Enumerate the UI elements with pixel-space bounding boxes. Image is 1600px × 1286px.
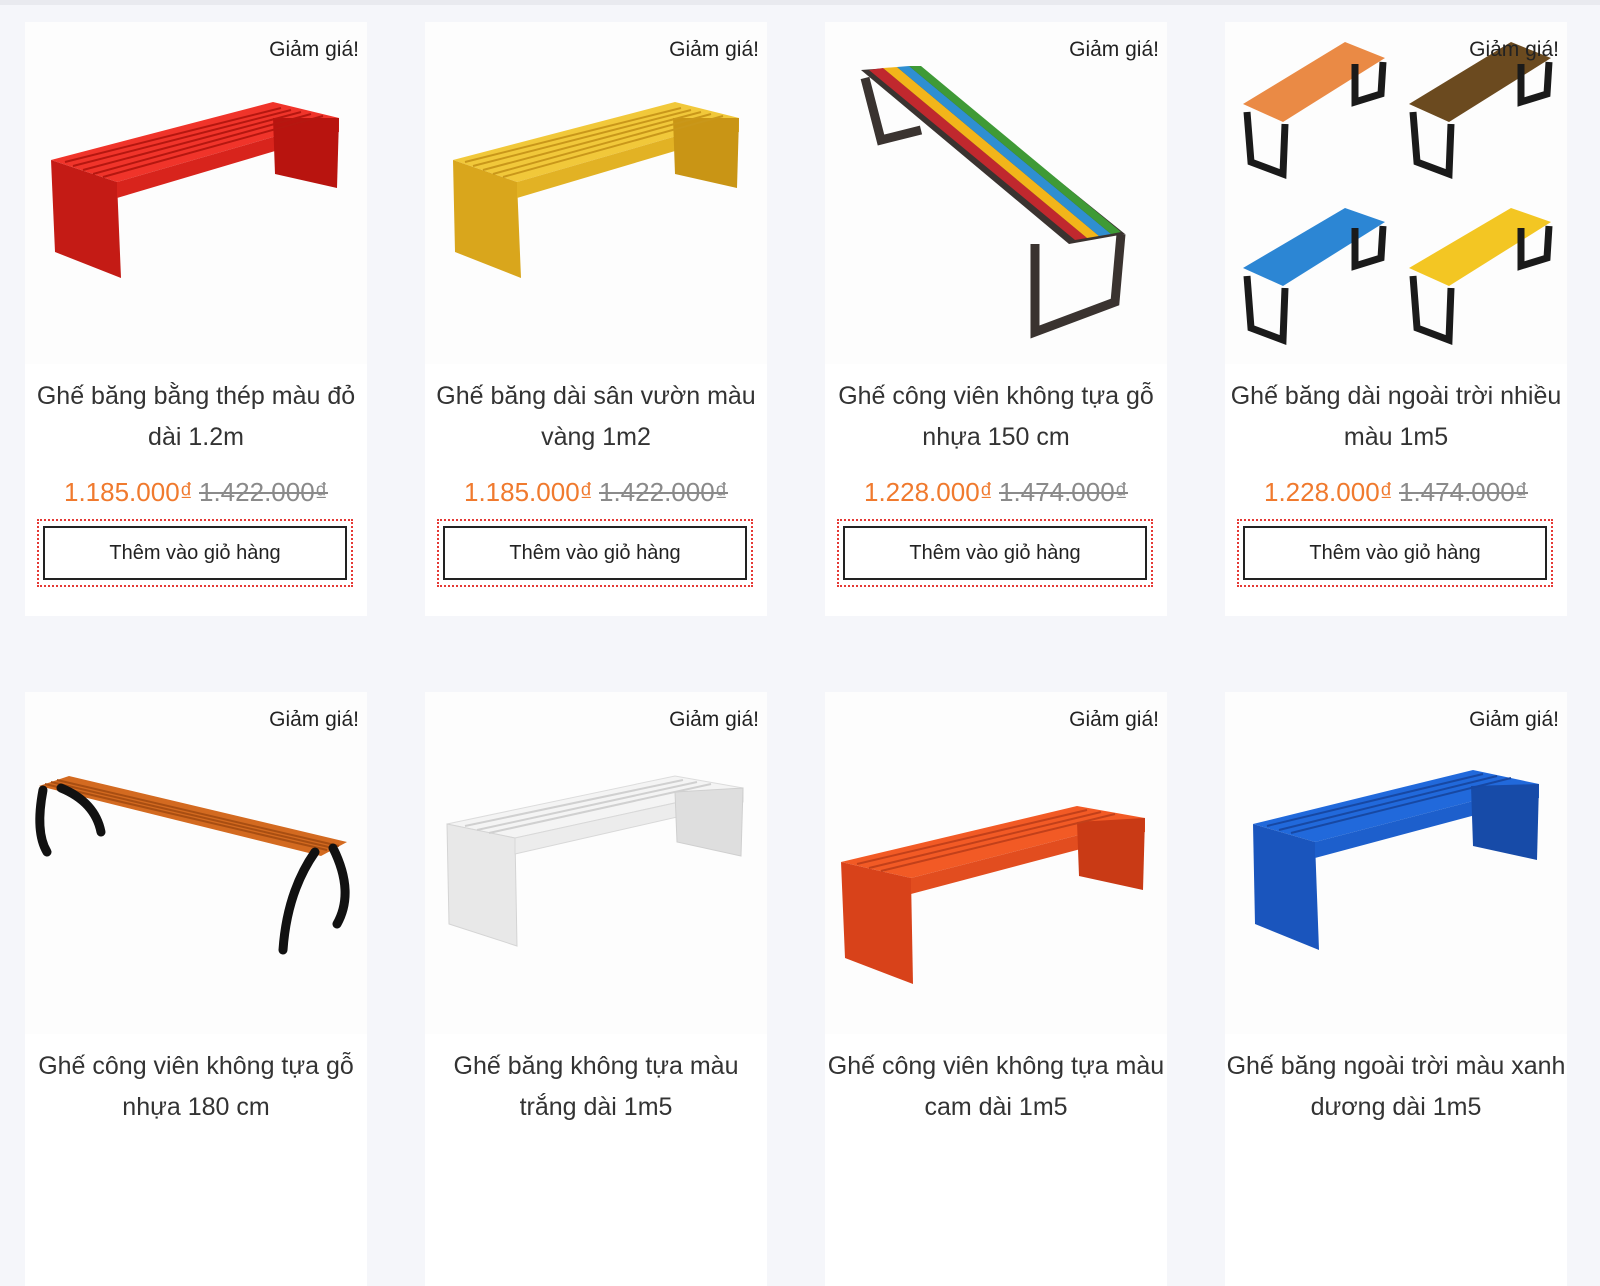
product-price: 1.185.000₫ 1.422.000₫ bbox=[425, 477, 767, 508]
product-image-multi-color-benches[interactable] bbox=[1225, 22, 1567, 364]
focus-outline: Thêm vào giỏ hàng bbox=[37, 519, 353, 587]
product-grid: Giảm giá! Ghế băng bằng thép màu đỏ dài … bbox=[25, 22, 1567, 1286]
original-price: 1.474.000₫ bbox=[999, 477, 1129, 507]
product-image-orange-bench[interactable] bbox=[825, 692, 1167, 1034]
product-image-blue-bench[interactable] bbox=[1225, 692, 1567, 1034]
sale-price: 1.185.000₫ bbox=[63, 477, 193, 507]
add-to-cart-button[interactable]: Thêm vào giỏ hàng bbox=[1243, 526, 1547, 580]
product-card[interactable]: Giảm giá! Ghế công viên không tựa gỗ nhự… bbox=[825, 22, 1167, 616]
add-to-cart-button[interactable]: Thêm vào giỏ hàng bbox=[443, 526, 747, 580]
add-to-cart-button[interactable]: Thêm vào giỏ hàng bbox=[43, 526, 347, 580]
product-card[interactable]: Giảm giá! Ghế công viên không tựa màu ca… bbox=[825, 692, 1167, 1286]
sale-badge: Giảm giá! bbox=[1469, 38, 1559, 61]
product-card[interactable]: Giảm giá! Ghế công viên không tựa gỗ nhự… bbox=[25, 692, 367, 1286]
product-name[interactable]: Ghế băng dài sân vườn màu vàng 1m2 bbox=[425, 376, 767, 458]
sale-price: 1.185.000₫ bbox=[463, 477, 593, 507]
product-name[interactable]: Ghế công viên không tựa gỗ nhựa 180 cm bbox=[25, 1046, 367, 1128]
product-image-rainbow-bench[interactable] bbox=[825, 22, 1167, 364]
product-card[interactable]: Giảm giá! Ghế băng dài ngoài trời nhiều … bbox=[1225, 22, 1567, 616]
product-name[interactable]: Ghế băng không tựa màu trắng dài 1m5 bbox=[425, 1046, 767, 1128]
product-name[interactable]: Ghế công viên không tựa màu cam dài 1m5 bbox=[825, 1046, 1167, 1128]
product-price: 1.228.000₫ 1.474.000₫ bbox=[825, 477, 1167, 508]
sale-price: 1.228.000₫ bbox=[1263, 477, 1393, 507]
product-image-white-bench[interactable] bbox=[425, 692, 767, 1034]
original-price: 1.422.000₫ bbox=[599, 477, 729, 507]
sale-badge: Giảm giá! bbox=[669, 708, 759, 731]
product-name[interactable]: Ghế băng bằng thép màu đỏ dài 1.2m bbox=[25, 376, 367, 458]
sale-price: 1.228.000₫ bbox=[863, 477, 993, 507]
add-to-cart-button[interactable]: Thêm vào giỏ hàng bbox=[843, 526, 1147, 580]
product-name[interactable]: Ghế băng dài ngoài trời nhiều màu 1m5 bbox=[1225, 376, 1567, 458]
product-card[interactable]: Giảm giá! Ghế băng ngoài trời màu xanh d… bbox=[1225, 692, 1567, 1286]
product-card[interactable]: Giảm giá! Ghế băng không tựa màu trắng d… bbox=[425, 692, 767, 1286]
top-divider bbox=[0, 0, 1600, 5]
product-name[interactable]: Ghế công viên không tựa gỗ nhựa 150 cm bbox=[825, 376, 1167, 458]
sale-badge: Giảm giá! bbox=[1069, 38, 1159, 61]
sale-badge: Giảm giá! bbox=[669, 38, 759, 61]
product-card[interactable]: Giảm giá! Ghế băng dài sân vườn màu vàng… bbox=[425, 22, 767, 616]
original-price: 1.422.000₫ bbox=[199, 477, 329, 507]
product-price: 1.185.000₫ 1.422.000₫ bbox=[25, 477, 367, 508]
focus-outline: Thêm vào giỏ hàng bbox=[437, 519, 753, 587]
focus-outline: Thêm vào giỏ hàng bbox=[1237, 519, 1553, 587]
sale-badge: Giảm giá! bbox=[1469, 708, 1559, 731]
product-card[interactable]: Giảm giá! Ghế băng bằng thép màu đỏ dài … bbox=[25, 22, 367, 616]
sale-badge: Giảm giá! bbox=[269, 38, 359, 61]
sale-badge: Giảm giá! bbox=[269, 708, 359, 731]
original-price: 1.474.000₫ bbox=[1399, 477, 1529, 507]
product-image-red-bench[interactable] bbox=[25, 22, 367, 364]
product-price: 1.228.000₫ 1.474.000₫ bbox=[1225, 477, 1567, 508]
focus-outline: Thêm vào giỏ hàng bbox=[837, 519, 1153, 587]
product-image-yellow-bench[interactable] bbox=[425, 22, 767, 364]
product-image-wood-bench[interactable] bbox=[25, 692, 367, 1034]
sale-badge: Giảm giá! bbox=[1069, 708, 1159, 731]
product-name[interactable]: Ghế băng ngoài trời màu xanh dương dài 1… bbox=[1225, 1046, 1567, 1128]
